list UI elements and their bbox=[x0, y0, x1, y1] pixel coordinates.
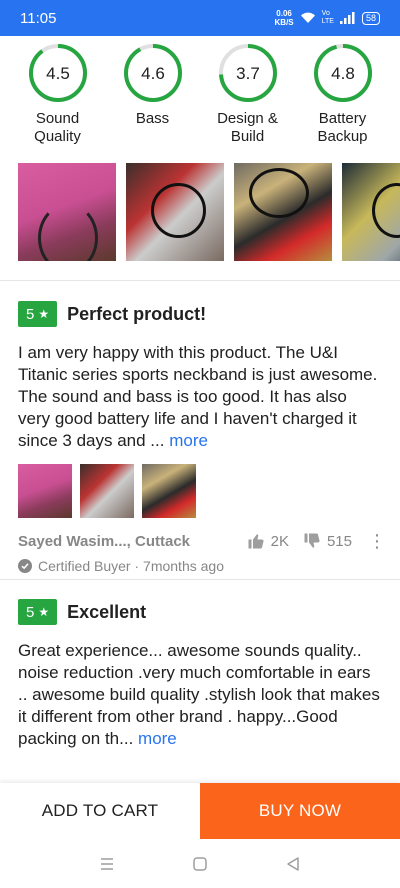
rating-gauge: 4.8 bbox=[313, 44, 372, 102]
rating-gauge: 4.6 bbox=[123, 44, 182, 102]
kebab-menu-icon[interactable]: ⋮ bbox=[368, 532, 386, 550]
rating-value: 4.8 bbox=[331, 64, 355, 83]
divider bbox=[0, 280, 400, 281]
review-title: Excellent bbox=[67, 601, 147, 622]
customer-photo[interactable] bbox=[18, 163, 116, 261]
rating-value: 3.7 bbox=[236, 64, 260, 83]
status-time: 11:05 bbox=[20, 9, 57, 27]
rating-sound-quality: 4.5 Sound Quality bbox=[13, 36, 103, 154]
review-header: 5 ★ Perfect product! bbox=[18, 300, 382, 328]
certified-buyer: Certified Buyer · 7months ago bbox=[18, 558, 382, 574]
customer-photo-gallery[interactable] bbox=[0, 163, 400, 263]
status-bar: 11:05 0.06 KB/S Vo LTE 58 bbox=[0, 0, 400, 36]
rating-value: 4.6 bbox=[141, 64, 165, 83]
volte-indicator: Vo LTE bbox=[321, 10, 334, 25]
star-icon: ★ bbox=[38, 307, 50, 321]
rating-label: Design & Build bbox=[217, 110, 278, 145]
read-more-link[interactable]: more bbox=[138, 729, 177, 748]
thumbs-down-icon[interactable] bbox=[303, 532, 321, 550]
buy-now-button[interactable]: BUY NOW bbox=[200, 783, 400, 839]
battery-icon: 58 bbox=[361, 11, 380, 25]
read-more-link[interactable]: more bbox=[169, 431, 208, 450]
rating-gauge: 3.7 bbox=[218, 44, 277, 102]
rating-label: Sound Quality bbox=[34, 110, 81, 145]
review-card: 5 ★ Excellent Great experience... awesome… bbox=[0, 598, 400, 750]
review-meta: Sayed Wasim..., Cuttack 2K 515 ⋮ bbox=[18, 532, 386, 550]
aspect-ratings: 4.5 Sound Quality 4.6 Bass 3.7 Design & … bbox=[0, 36, 400, 154]
review-title: Perfect product! bbox=[67, 303, 207, 324]
review-photo[interactable] bbox=[80, 464, 134, 518]
review-body: I am very happy with this product. The U… bbox=[18, 343, 378, 450]
customer-photo[interactable] bbox=[234, 163, 332, 261]
divider bbox=[0, 579, 400, 580]
rating-bass: 4.6 Bass bbox=[108, 36, 198, 154]
star-icon: ★ bbox=[38, 605, 50, 619]
rating-gauge: 4.5 bbox=[28, 44, 87, 102]
menu-icon[interactable] bbox=[97, 854, 117, 874]
bottom-action-bar: ADD TO CART BUY NOW bbox=[0, 783, 400, 839]
signal-icon bbox=[339, 12, 355, 24]
review-card: 5 ★ Perfect product! I am very happy with… bbox=[0, 300, 400, 574]
wifi-icon bbox=[300, 12, 315, 23]
like-count: 2K bbox=[270, 532, 289, 550]
review-actions: 2K 515 ⋮ bbox=[247, 532, 386, 550]
review-body: Great experience... awesome sounds quali… bbox=[18, 641, 380, 748]
review-photos bbox=[18, 464, 382, 518]
reviewer-name: Sayed Wasim..., Cuttack bbox=[18, 532, 191, 550]
dislike-count: 515 bbox=[326, 532, 352, 550]
home-icon[interactable] bbox=[190, 854, 210, 874]
thumbs-up-icon[interactable] bbox=[247, 532, 265, 550]
rating-label: Bass bbox=[135, 110, 170, 127]
check-circle-icon bbox=[18, 559, 32, 573]
customer-photo[interactable] bbox=[342, 163, 400, 261]
rating-label: Battery Backup bbox=[317, 110, 368, 145]
system-nav-bar bbox=[0, 839, 400, 888]
customer-photo[interactable] bbox=[126, 163, 224, 261]
network-speed: 0.06 KB/S bbox=[274, 9, 294, 27]
status-icons: 0.06 KB/S Vo LTE 58 bbox=[275, 9, 380, 27]
rating-design-build: 3.7 Design & Build bbox=[203, 36, 293, 154]
review-photo[interactable] bbox=[18, 464, 72, 518]
back-icon[interactable] bbox=[283, 854, 303, 874]
rating-badge: 5 ★ bbox=[18, 599, 58, 625]
rating-value: 4.5 bbox=[46, 64, 70, 83]
review-photo[interactable] bbox=[142, 464, 196, 518]
rating-badge: 5 ★ bbox=[18, 301, 58, 327]
rating-battery-backup: 4.8 Battery Backup bbox=[298, 36, 388, 154]
add-to-cart-button[interactable]: ADD TO CART bbox=[0, 783, 200, 839]
review-header: 5 ★ Excellent bbox=[18, 598, 382, 626]
